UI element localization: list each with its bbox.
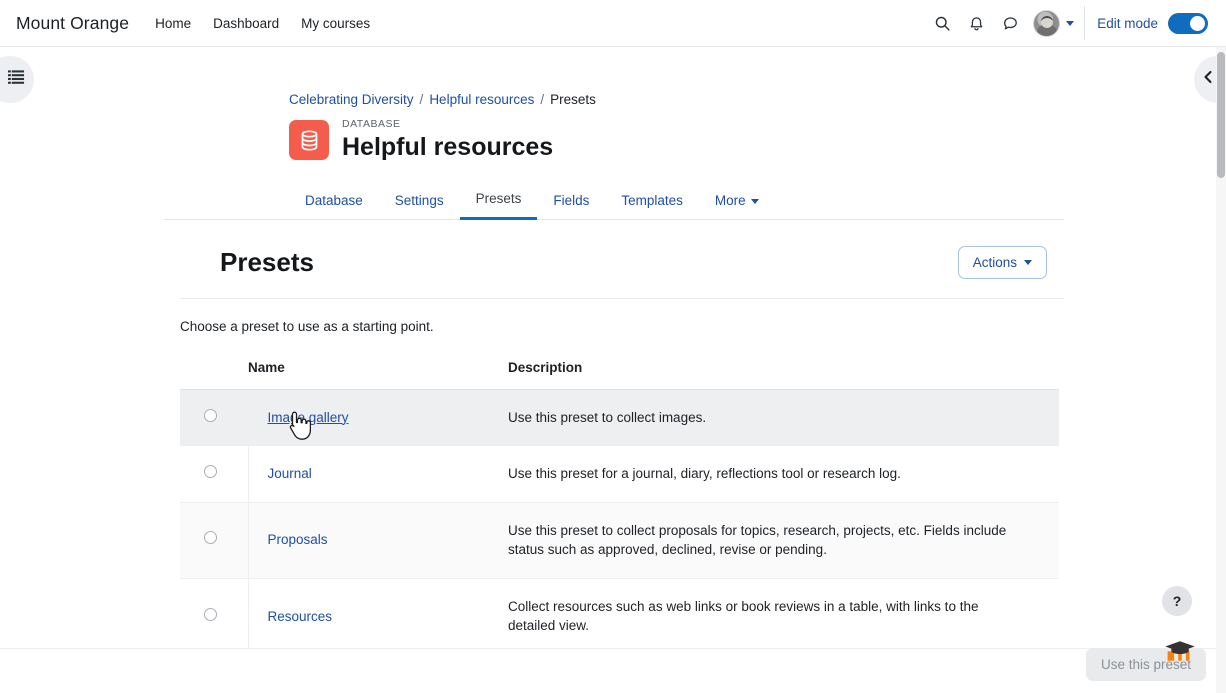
edit-mode-control[interactable]: Edit mode <box>1097 12 1208 34</box>
preset-link-proposals[interactable]: Proposals <box>268 532 328 547</box>
column-header-description: Description <box>508 359 1059 390</box>
breadcrumb-item-course[interactable]: Celebrating Diversity <box>289 92 414 107</box>
tab-fields[interactable]: Fields <box>537 186 605 219</box>
tab-presets[interactable]: Presets <box>459 184 538 220</box>
presets-intro-text: Choose a preset to use as a starting poi… <box>180 318 434 334</box>
preset-description-cell: Use this preset to collect images. <box>508 389 1059 447</box>
nav-link-my-courses[interactable]: My courses <box>301 16 370 31</box>
preset-radio-cell[interactable] <box>180 502 249 579</box>
table-header-row: Name Description <box>180 359 1059 390</box>
table-row[interactable]: Proposals Use this preset to collect pro… <box>180 502 1059 579</box>
tab-more[interactable]: More <box>699 186 775 219</box>
section-divider <box>180 297 1064 299</box>
activity-header: DATABASE Helpful resources <box>164 118 1064 162</box>
preset-radio-resources[interactable] <box>204 607 217 621</box>
actions-button[interactable]: Actions <box>957 245 1047 279</box>
preset-description-cell: Use this preset for a journal, diary, re… <box>508 445 1059 503</box>
page-title: Helpful resources <box>342 132 554 161</box>
message-icon[interactable] <box>993 6 1027 40</box>
table-row[interactable]: Resources Collect resources such as web … <box>180 578 1059 655</box>
preset-radio-proposals[interactable] <box>204 531 217 545</box>
preset-link-resources[interactable]: Resources <box>268 609 333 624</box>
sticky-footer <box>0 648 1216 693</box>
tab-database[interactable]: Database <box>289 186 379 219</box>
activity-type-label: DATABASE <box>342 118 401 130</box>
presets-header: Presets Actions <box>164 245 1064 279</box>
page-body: Celebrating Diversity / Helpful resource… <box>0 47 1216 693</box>
breadcrumb-item-activity[interactable]: Helpful resources <box>429 92 534 107</box>
avatar <box>1033 9 1061 37</box>
primary-nav: Home Dashboard My courses <box>155 16 370 31</box>
page-content: Celebrating Diversity / Helpful resource… <box>164 47 1064 655</box>
breadcrumb: Celebrating Diversity / Helpful resource… <box>164 92 1064 107</box>
tab-label: Templates <box>621 192 683 208</box>
help-button[interactable]: ? <box>1162 586 1192 616</box>
site-brand[interactable]: Mount Orange <box>16 13 129 34</box>
preset-description-cell: Use this preset to collect proposals for… <box>508 502 1059 579</box>
table-row[interactable]: Journal Use this preset for a journal, d… <box>180 445 1059 503</box>
preset-link-journal[interactable]: Journal <box>268 466 312 481</box>
column-header-select <box>180 359 248 390</box>
presets-heading: Presets <box>220 246 314 277</box>
preset-name-cell: Resources <box>248 578 508 655</box>
mouse-cursor-pointer <box>285 410 312 442</box>
presets-table: Name Description Image gallery Use this … <box>180 359 1059 655</box>
presets-table-head: Name Description <box>180 359 1059 390</box>
actions-button-label: Actions <box>972 254 1017 270</box>
navbar-right-group: Edit mode <box>925 0 1226 46</box>
tab-label: Settings <box>394 192 444 208</box>
table-row[interactable]: Image gallery Use this preset to collect… <box>180 389 1059 447</box>
activity-tabs: Database Settings Presets Fields Templat… <box>164 184 1064 220</box>
chevron-down-icon <box>750 198 759 204</box>
tab-label: Presets <box>475 190 522 206</box>
preset-name-cell: Proposals <box>248 502 508 579</box>
breadcrumb-separator: / <box>419 92 424 107</box>
preset-name-cell: Journal <box>248 445 508 503</box>
edit-mode-toggle[interactable] <box>1168 12 1208 34</box>
preset-radio-cell[interactable] <box>180 445 249 503</box>
moodle-logo <box>1163 639 1197 669</box>
chevron-left-icon <box>1202 70 1215 89</box>
activity-title-block: DATABASE Helpful resources <box>342 118 554 162</box>
tab-label: Fields <box>553 192 590 208</box>
tab-settings[interactable]: Settings <box>379 186 460 219</box>
database-icon <box>289 120 329 161</box>
preset-radio-image-gallery[interactable] <box>204 408 217 422</box>
preset-radio-cell[interactable] <box>180 578 249 655</box>
preset-description-cell: Collect resources such as web links or b… <box>508 578 1059 655</box>
search-icon[interactable] <box>925 6 959 40</box>
breadcrumb-item-current: Presets <box>550 92 596 107</box>
tab-templates[interactable]: Templates <box>605 186 699 219</box>
preset-radio-journal[interactable] <box>204 465 217 479</box>
bell-icon[interactable] <box>959 6 993 40</box>
edit-mode-label: Edit mode <box>1097 15 1158 31</box>
user-menu[interactable] <box>1033 9 1075 37</box>
list-icon <box>8 69 25 90</box>
nav-link-home[interactable]: Home <box>155 16 191 31</box>
tab-label: Database <box>305 192 363 208</box>
tab-label: More <box>714 192 746 208</box>
presets-table-body: Image gallery Use this preset to collect… <box>180 389 1059 655</box>
nav-link-dashboard[interactable]: Dashboard <box>213 16 279 31</box>
navbar-divider <box>1084 6 1086 40</box>
chevron-down-icon <box>1024 259 1032 265</box>
breadcrumb-separator: / <box>540 92 545 107</box>
top-navbar: Mount Orange Home Dashboard My courses E… <box>0 0 1226 47</box>
preset-radio-cell[interactable] <box>180 389 249 447</box>
column-header-name: Name <box>248 359 508 390</box>
page-scrollbar-thumb[interactable] <box>1217 52 1225 178</box>
chevron-down-icon <box>1066 20 1075 26</box>
